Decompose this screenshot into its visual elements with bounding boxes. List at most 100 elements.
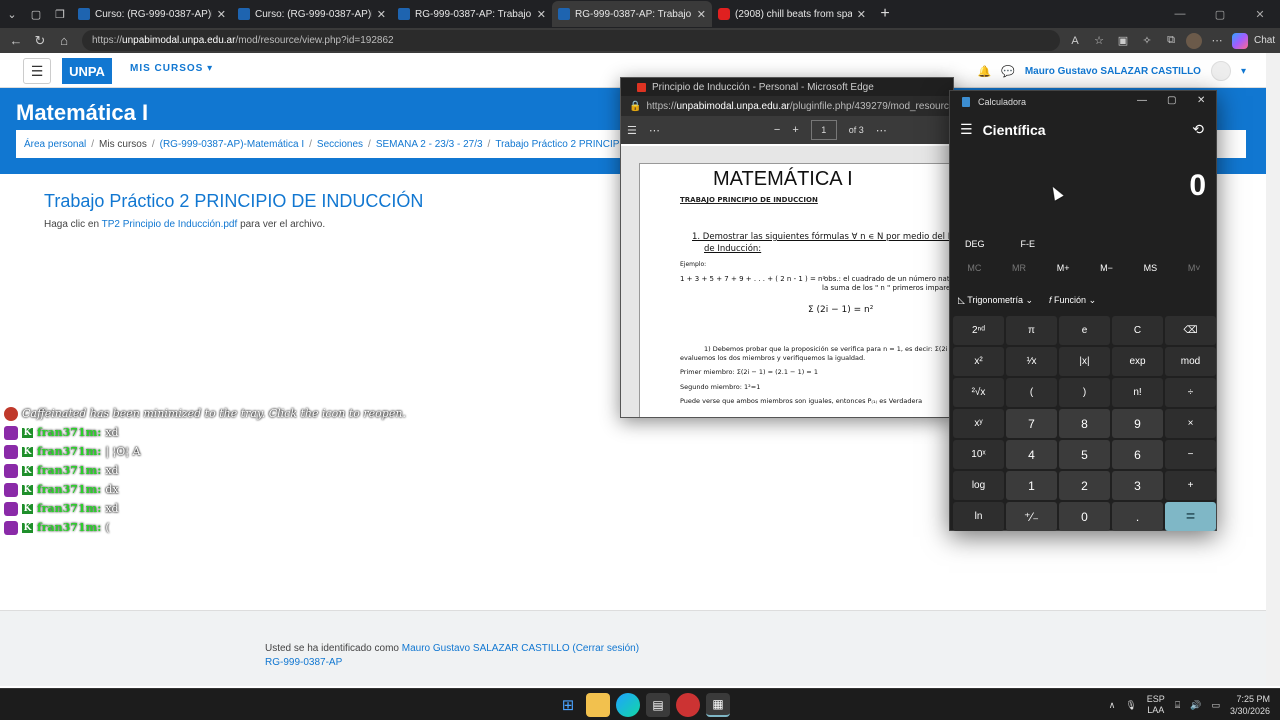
- history-icon[interactable]: ⟲: [1192, 121, 1204, 138]
- page-number-input[interactable]: 1: [810, 120, 837, 140]
- back-icon[interactable]: ←: [4, 33, 28, 48]
- browser-tab[interactable]: (2908) chill beats from space... ✕: [712, 1, 872, 27]
- refresh-icon[interactable]: ↻: [28, 33, 52, 49]
- zoom-out-icon[interactable]: −: [774, 124, 780, 136]
- logout-link[interactable]: (Cerrar sesión): [572, 643, 639, 654]
- calc-key[interactable]: 4: [1006, 440, 1057, 469]
- calc-key[interactable]: 8: [1059, 409, 1110, 438]
- extensions-icon[interactable]: ✧: [1138, 34, 1156, 47]
- chat-label[interactable]: Chat: [1254, 35, 1275, 46]
- site-logo[interactable]: UNPA: [62, 58, 112, 84]
- tab-close-icon[interactable]: ✕: [857, 8, 866, 21]
- chrome-icon[interactable]: [676, 693, 700, 717]
- zoom-in-icon[interactable]: +: [792, 124, 798, 136]
- footer-course-code[interactable]: RG-999-0387-AP: [265, 657, 342, 668]
- breadcrumb-semana[interactable]: SEMANA 2 - 23/3 - 27/3: [376, 139, 483, 150]
- calculator-taskbar-icon[interactable]: ▦: [706, 693, 730, 717]
- calc-key[interactable]: ⌫: [1165, 316, 1216, 345]
- breadcrumb-mis-cursos[interactable]: Mis cursos: [99, 139, 147, 150]
- network-icon[interactable]: ⌸: [1175, 700, 1180, 711]
- browser-tab[interactable]: RG-999-0387-AP: Trabajo Práctico ✕: [552, 1, 712, 27]
- calc-key[interactable]: =: [1165, 502, 1216, 531]
- calc-key[interactable]: 7: [1006, 409, 1057, 438]
- calc-key[interactable]: 0: [1059, 502, 1110, 531]
- minimize-icon[interactable]: —: [1160, 0, 1200, 28]
- menu-hamburger-icon[interactable]: ☰: [23, 58, 51, 84]
- calc-key[interactable]: ²√x: [953, 378, 1004, 407]
- mis-cursos-menu[interactable]: MIS CURSOS ▾: [130, 63, 213, 74]
- user-name[interactable]: Mauro Gustavo SALAZAR CASTILLO: [1025, 66, 1201, 77]
- calc-key[interactable]: 10ˣ: [953, 440, 1004, 469]
- mic-icon[interactable]: 🎙: [1125, 700, 1136, 711]
- tab-close-icon[interactable]: ✕: [217, 8, 226, 21]
- browser-tab[interactable]: Curso: (RG-999-0387-AP)Matemát ✕: [232, 1, 392, 27]
- calc-key[interactable]: π: [1006, 316, 1057, 345]
- workspaces-icon[interactable]: ▢: [24, 2, 48, 26]
- url-field[interactable]: https://unpabimodal.unpa.edu.ar/mod/reso…: [82, 30, 1060, 51]
- tab-close-icon[interactable]: ✕: [697, 8, 706, 21]
- read-aloud-icon[interactable]: A: [1066, 35, 1084, 47]
- deg-toggle[interactable]: DEG: [965, 239, 985, 249]
- tab-actions-icon[interactable]: ❐: [48, 2, 72, 26]
- copilot-icon[interactable]: [1232, 32, 1248, 49]
- function-dropdown[interactable]: f Función ⌄: [1049, 295, 1096, 306]
- calc-key[interactable]: 6: [1112, 440, 1163, 469]
- browser-tab[interactable]: Curso: (RG-999-0387-AP)Matemát ✕: [72, 1, 232, 27]
- calc-key[interactable]: ÷: [1165, 378, 1216, 407]
- mem-ms[interactable]: MS: [1144, 263, 1158, 273]
- tray-chevron-icon[interactable]: ∧: [1109, 700, 1116, 711]
- mem-mr[interactable]: MR: [1012, 263, 1026, 273]
- calc-nav-menu-icon[interactable]: ☰: [960, 121, 973, 138]
- collections-icon[interactable]: ▣: [1114, 34, 1132, 47]
- mem-list[interactable]: M˅: [1188, 263, 1201, 273]
- browser-tab[interactable]: RG-999-0387-AP: Trabajo Práctico ✕: [392, 1, 552, 27]
- pdf-more-icon[interactable]: ⋯: [649, 124, 660, 137]
- calc-key[interactable]: e: [1059, 316, 1110, 345]
- calc-key[interactable]: ¹⁄x: [1006, 347, 1057, 376]
- fe-toggle[interactable]: F-E: [1021, 239, 1036, 249]
- maximize-icon[interactable]: ▢: [1200, 0, 1240, 28]
- clock[interactable]: 7:25 PM 3/30/2026: [1230, 693, 1270, 717]
- user-menu-chevron-icon[interactable]: ▾: [1241, 66, 1246, 77]
- calc-key[interactable]: (: [1006, 378, 1057, 407]
- pdf-window-titlebar[interactable]: Principio de Inducción - Personal - Micr…: [621, 78, 953, 96]
- calc-key[interactable]: n!: [1112, 378, 1163, 407]
- pdf-canvas[interactable]: MATEMÁTICA I TRABAJO PRINCIPIO DE INDUCC…: [621, 146, 953, 417]
- tab-menu-icon[interactable]: ⌄: [0, 2, 24, 26]
- profile-avatar[interactable]: [1186, 32, 1202, 49]
- trig-dropdown[interactable]: ◺ Trigonometría ⌄: [958, 295, 1033, 306]
- calc-key[interactable]: 3: [1112, 471, 1163, 500]
- file-explorer-icon[interactable]: [586, 693, 610, 717]
- calc-key[interactable]: 5: [1059, 440, 1110, 469]
- calc-close-icon[interactable]: ✕: [1197, 95, 1205, 106]
- calc-maximize-icon[interactable]: ▢: [1167, 95, 1176, 106]
- calc-key[interactable]: |x|: [1059, 347, 1110, 376]
- calc-key[interactable]: −: [1165, 440, 1216, 469]
- messages-icon[interactable]: 💬: [1001, 65, 1015, 78]
- tab-close-icon[interactable]: ✕: [377, 8, 386, 21]
- calc-key[interactable]: 2ⁿᵈ: [953, 316, 1004, 345]
- breadcrumb-course[interactable]: (RG-999-0387-AP)-Matemática I: [160, 139, 305, 150]
- calc-key[interactable]: ln: [953, 502, 1004, 531]
- calc-key[interactable]: 9: [1112, 409, 1163, 438]
- breadcrumb-area-personal[interactable]: Área personal: [24, 139, 86, 150]
- mem-mplus[interactable]: M+: [1057, 263, 1070, 273]
- start-icon[interactable]: ⊞: [556, 693, 580, 717]
- calc-key[interactable]: C: [1112, 316, 1163, 345]
- calc-key[interactable]: mod: [1165, 347, 1216, 376]
- calc-key[interactable]: x²: [953, 347, 1004, 376]
- mem-mminus[interactable]: M−: [1100, 263, 1113, 273]
- home-icon[interactable]: ⌂: [52, 33, 76, 48]
- volume-icon[interactable]: 🔊: [1190, 700, 1201, 711]
- page-scrollbar[interactable]: [1266, 53, 1280, 686]
- footer-user-link[interactable]: Mauro Gustavo SALAZAR CASTILLO: [402, 643, 570, 654]
- user-avatar[interactable]: [1210, 61, 1231, 81]
- close-icon[interactable]: ✕: [1240, 0, 1280, 28]
- calculator-titlebar[interactable]: Calculadora — ▢ ✕: [950, 91, 1216, 113]
- calc-key[interactable]: ): [1059, 378, 1110, 407]
- pdf-url-bar[interactable]: 🔒 https://unpabimodal.unpa.edu.ar/plugin…: [621, 96, 953, 116]
- calc-key[interactable]: .: [1112, 502, 1163, 531]
- calc-key[interactable]: ×: [1165, 409, 1216, 438]
- more-icon[interactable]: ⋯: [1208, 34, 1226, 47]
- calc-key[interactable]: xʸ: [953, 409, 1004, 438]
